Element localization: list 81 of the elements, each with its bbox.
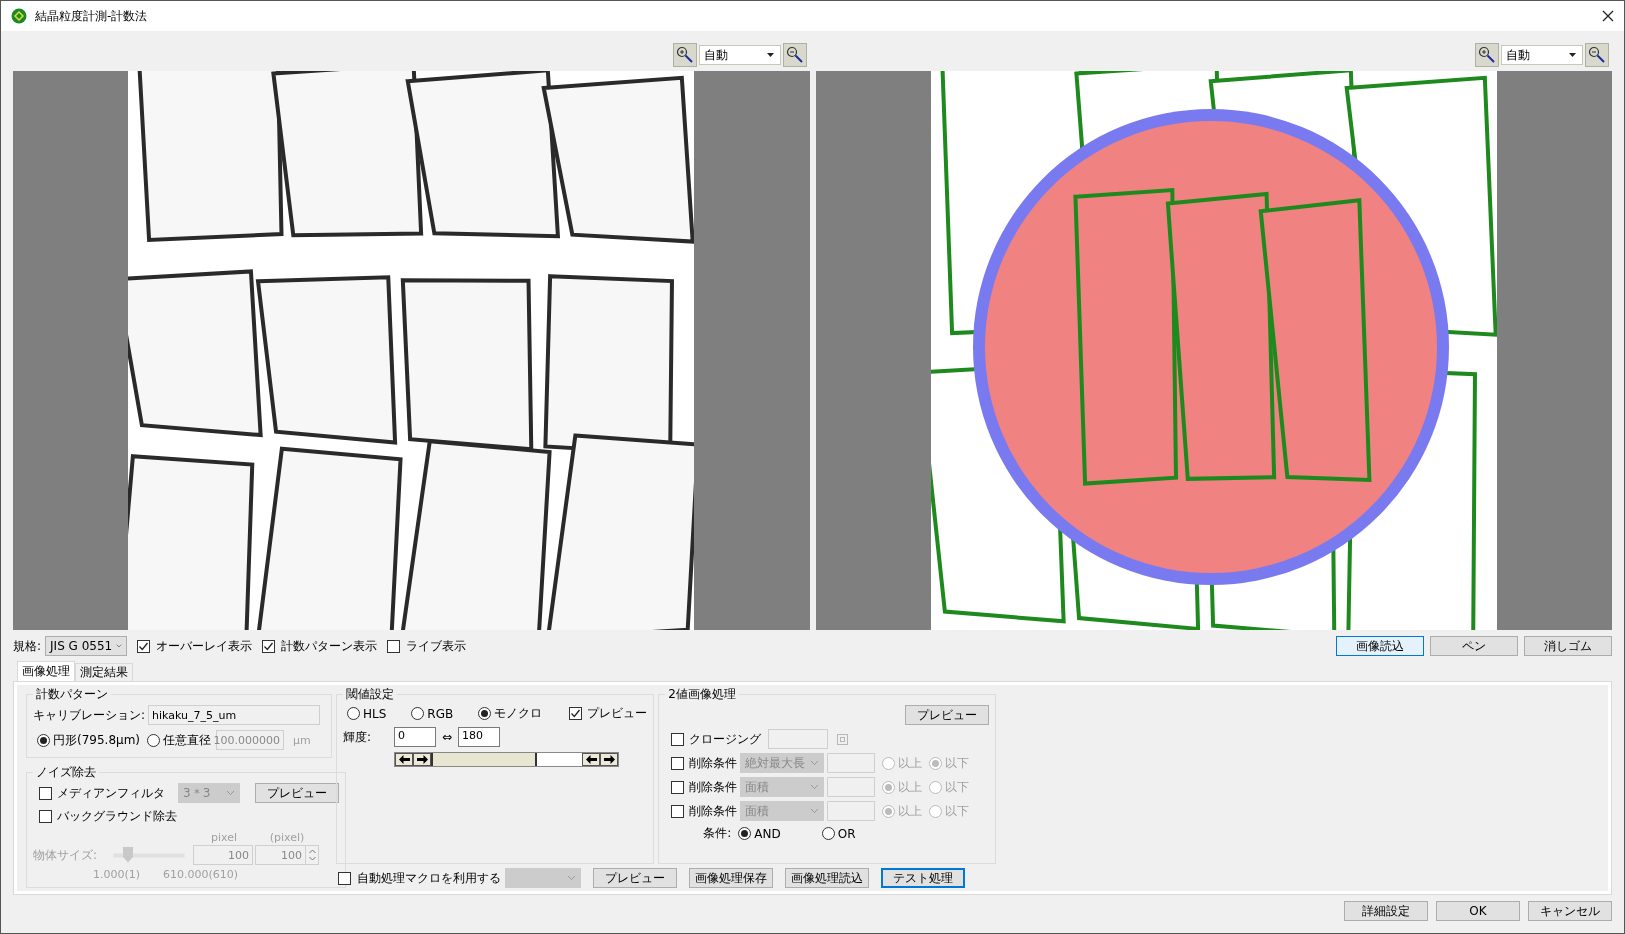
radio-label[interactable]: 円形(795.8μm)	[53, 731, 141, 749]
radio-label[interactable]: HLS	[363, 706, 387, 721]
range-separator: ⇔	[442, 730, 453, 744]
zoom-in-button[interactable]	[1475, 43, 1499, 67]
radio-button[interactable]	[347, 707, 360, 720]
condition-label: 条件:	[703, 825, 732, 842]
radio-label[interactable]: OR	[837, 826, 856, 841]
radio-label[interactable]: 任意直径	[163, 731, 212, 749]
radio-button[interactable]	[478, 707, 492, 720]
tick-label: 1.000(1)	[93, 867, 141, 881]
unit-label: μm	[293, 733, 311, 747]
radio-button[interactable]	[37, 733, 50, 747]
tab[interactable]: 画像処理	[17, 661, 75, 681]
condition-value-field[interactable]	[827, 777, 876, 797]
tick-label: 610.000(610)	[163, 867, 239, 881]
column-header: pixel	[209, 830, 238, 844]
checkbox-label[interactable]: プレビュー	[587, 705, 648, 722]
standard-label: 規格:	[13, 637, 42, 655]
tab[interactable]: 測定結果	[75, 663, 133, 681]
action-button[interactable]: 画像処理読込	[785, 868, 869, 888]
group-title: ノイズ除去	[35, 764, 97, 781]
dialog-button[interactable]: OK	[1436, 901, 1520, 921]
tool-button[interactable]: 消しゴム	[1524, 636, 1612, 656]
checkbox[interactable]	[137, 639, 151, 653]
zoom-dropdown[interactable]: 自動	[698, 45, 781, 65]
checkbox-label[interactable]: ライブ表示	[406, 637, 467, 655]
arrow-right-button[interactable]	[600, 753, 618, 766]
zoom-in-button[interactable]	[672, 43, 697, 67]
condition-value-field[interactable]	[827, 801, 876, 821]
dropdown-arrow-icon	[766, 53, 774, 57]
dropdown-arrow-icon	[1569, 53, 1576, 57]
chevron-down-icon	[226, 790, 235, 796]
chevron-down-icon	[810, 808, 820, 814]
radio-button[interactable]	[738, 827, 752, 840]
zoom-dropdown[interactable]: 自動	[1501, 45, 1583, 65]
dialog-button[interactable]: 詳細設定	[1344, 901, 1428, 921]
standard-dropdown[interactable]: JIS G 0551	[45, 636, 128, 656]
luminance-label: 輝度:	[343, 728, 373, 746]
tool-button[interactable]: ペン	[1430, 636, 1518, 656]
checkbox-label[interactable]: オーバーレイ表示	[156, 637, 253, 655]
range-slider-fill[interactable]	[431, 753, 537, 766]
checkbox[interactable]	[262, 639, 276, 653]
group-title: 2値画像処理	[667, 686, 737, 703]
radio-button[interactable]	[821, 827, 835, 840]
arrow-left-button[interactable]	[395, 753, 413, 766]
calibration-label: キャリブレーション:	[33, 706, 146, 724]
tool-button[interactable]: 画像読込	[1336, 636, 1424, 656]
column-header: (pixel)	[268, 830, 306, 844]
zoom-out-button[interactable]	[782, 43, 807, 67]
chevron-down-icon	[810, 784, 820, 790]
action-button[interactable]: プレビュー	[593, 868, 677, 888]
arrow-right-button[interactable]	[413, 753, 431, 766]
checkbox-label[interactable]: バックグラウンド除去	[57, 808, 177, 825]
radio-label[interactable]: RGB	[427, 706, 454, 721]
checkbox-label[interactable]: 計数パターン表示	[281, 637, 378, 655]
chevron-down-icon	[567, 875, 576, 881]
chevron-down-icon	[810, 760, 820, 766]
calibration-field[interactable]: hikaku_7_5_um	[148, 705, 321, 725]
radio-label[interactable]: AND	[754, 826, 781, 841]
window-title: 結晶粒度計測-計数法	[35, 7, 148, 25]
radio-button[interactable]	[147, 733, 161, 747]
low-value-field[interactable]: 0	[394, 727, 436, 747]
radio-button[interactable]	[411, 707, 425, 720]
group-title: 閾値設定	[345, 686, 395, 703]
preview-button[interactable]: プレビュー	[905, 705, 990, 725]
object-size-label: 物体サイズ:	[33, 846, 99, 864]
high-value-field[interactable]: 180	[458, 727, 501, 747]
close-icon[interactable]	[1602, 10, 1614, 22]
chevron-down-icon	[116, 643, 123, 649]
condition-value-field[interactable]	[827, 753, 876, 773]
dialog-button[interactable]: キャンセル	[1528, 901, 1612, 921]
checkbox[interactable]	[39, 810, 52, 823]
app-icon	[11, 8, 27, 24]
checkbox[interactable]	[569, 707, 583, 720]
zoom-out-button[interactable]	[1585, 43, 1609, 67]
checkbox[interactable]	[387, 639, 401, 653]
radio-label[interactable]: モノクロ	[494, 705, 543, 722]
action-button[interactable]: 画像処理保存	[689, 868, 773, 888]
arrow-left-button[interactable]	[582, 753, 600, 766]
group-title: 計数パターン	[35, 686, 109, 703]
action-button[interactable]: テスト処理	[881, 868, 965, 888]
